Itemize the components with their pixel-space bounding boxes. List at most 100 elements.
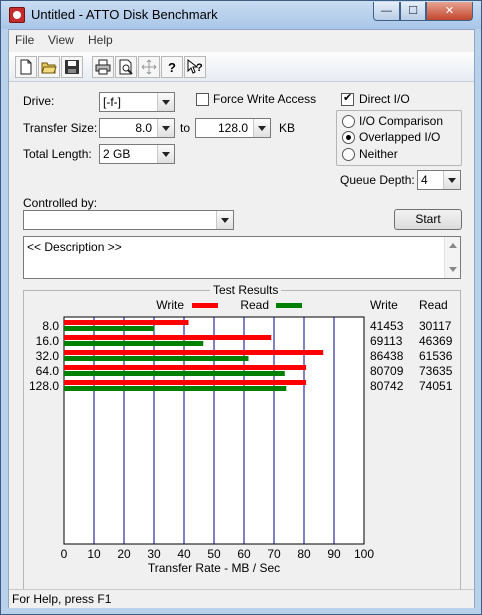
read-value: 74051 [419,379,453,393]
legend-write-swatch [192,303,218,308]
x-tick-label: 20 [117,547,131,561]
force-write-label[interactable]: Force Write Access [213,92,316,106]
bar-write [64,365,307,370]
save-button[interactable] [61,56,83,78]
move-button[interactable] [138,56,160,78]
io-comparison-radio[interactable] [342,115,355,128]
status-text: For Help, press F1 [12,592,112,606]
app-icon[interactable] [9,7,25,23]
menu-bar: File View Help [9,30,474,50]
open-icon [41,62,57,74]
neither-radio[interactable] [342,148,355,161]
maximize-button[interactable]: ☐ [400,2,426,21]
y-tick-label: 8.0 [42,319,59,333]
menu-help[interactable]: Help [88,33,113,47]
bar-read [64,371,285,376]
bar-read [64,326,155,331]
overlapped-io-label[interactable]: Overlapped I/O [359,130,440,144]
x-tick-label: 0 [61,547,68,561]
direct-io-label[interactable]: Direct I/O [359,92,410,106]
y-tick-label: 128.0 [29,379,59,393]
bar-write [64,335,272,340]
scroll-up-icon[interactable] [449,243,457,248]
x-tick-label: 100 [354,547,374,561]
transfer-from-value: 8.0 [135,121,152,135]
save-icon [65,60,79,74]
chevron-down-icon[interactable] [216,211,233,229]
move-icon [141,59,157,75]
x-tick-label: 90 [327,547,341,561]
bar-read [64,341,204,346]
x-tick-label: 50 [207,547,221,561]
context-help-button[interactable]: ? [184,56,206,78]
write-value: 80709 [370,364,404,378]
new-button[interactable] [15,56,37,78]
app-window: Untitled - ATTO Disk Benchmark — ☐ ✕ Fil… [0,0,482,615]
chevron-down-icon[interactable] [443,171,460,189]
legend-read-swatch [276,303,302,308]
bar-write [64,350,324,355]
x-tick-label: 80 [297,547,311,561]
menu-view[interactable]: View [48,33,74,47]
results-chart: Write Read Write Read 0 10 20 30 40 50 60 70 80 90 100… [29,298,453,575]
total-length-value: 2 GB [103,147,131,161]
chevron-down-icon[interactable] [253,119,270,137]
close-button[interactable]: ✕ [426,2,473,21]
y-tick-label: 64.0 [36,364,60,378]
chevron-down-icon[interactable] [157,93,174,111]
chevron-down-icon[interactable] [157,145,174,163]
bar-read [64,386,287,391]
direct-io-checkbox[interactable] [341,91,354,106]
controlled-by-select[interactable] [23,210,234,230]
minimize-button[interactable]: — [373,2,400,21]
window-title: Untitled - ATTO Disk Benchmark [31,7,218,22]
write-value: 41453 [370,319,404,333]
write-column-header: Write [370,298,398,312]
new-icon [20,59,32,75]
print-button[interactable] [92,56,114,78]
print-preview-button[interactable] [115,56,137,78]
write-value: 80742 [370,379,404,393]
chevron-down-icon[interactable] [157,119,174,137]
force-write-checkbox[interactable] [196,93,209,106]
transfer-to-select[interactable]: 128.0 [195,118,271,138]
drive-value: [-f-] [103,95,121,109]
transfer-from-select[interactable]: 8.0 [99,118,175,138]
x-axis-label: Transfer Rate - MB / Sec [148,561,280,575]
client-area: File View Help ? ? Drive: [-f-] Force Wr… [8,29,475,608]
menu-file[interactable]: File [15,33,34,47]
x-tick-label: 60 [237,547,251,561]
read-column-header: Read [419,298,448,312]
total-length-label: Total Length: [23,147,92,161]
help-icon: ? [168,60,176,75]
drive-label: Drive: [23,94,55,108]
open-button[interactable] [38,56,60,78]
description-scrollbar[interactable] [444,237,460,278]
overlapped-io-radio[interactable] [342,131,355,144]
start-button[interactable]: Start [394,209,462,230]
scroll-down-icon[interactable] [449,267,457,272]
legend-read-label: Read [240,298,269,312]
x-tick-label: 70 [267,547,281,561]
neither-label[interactable]: Neither [359,147,398,161]
x-tick-label: 40 [177,547,191,561]
settings-panel: Drive: [-f-] Force Write Access Direct I… [9,83,474,313]
title-bar[interactable]: Untitled - ATTO Disk Benchmark — ☐ ✕ [1,1,481,29]
drive-select[interactable]: [-f-] [99,92,175,112]
description-box[interactable]: << Description >> [23,236,461,279]
x-tick-label: 10 [87,547,101,561]
toolbar: ? ? [9,52,474,82]
test-results-group: Test Results Write Read Write Read 0 10 20 30 40… [23,283,461,590]
transfer-to-value: 128.0 [217,121,248,135]
io-comparison-label[interactable]: I/O Comparison [359,114,443,128]
to-label: to [180,121,191,135]
queue-depth-select[interactable]: 4 [417,170,461,190]
y-tick-label: 32.0 [36,349,60,363]
status-bar: For Help, press F1 [9,589,474,608]
help-button[interactable]: ? [161,56,183,78]
svg-text:?: ? [196,62,203,74]
total-length-select[interactable]: 2 GB [99,144,175,164]
print-icon [95,59,111,75]
svg-text:?: ? [168,60,176,75]
controlled-by-label: Controlled by: [23,196,98,210]
